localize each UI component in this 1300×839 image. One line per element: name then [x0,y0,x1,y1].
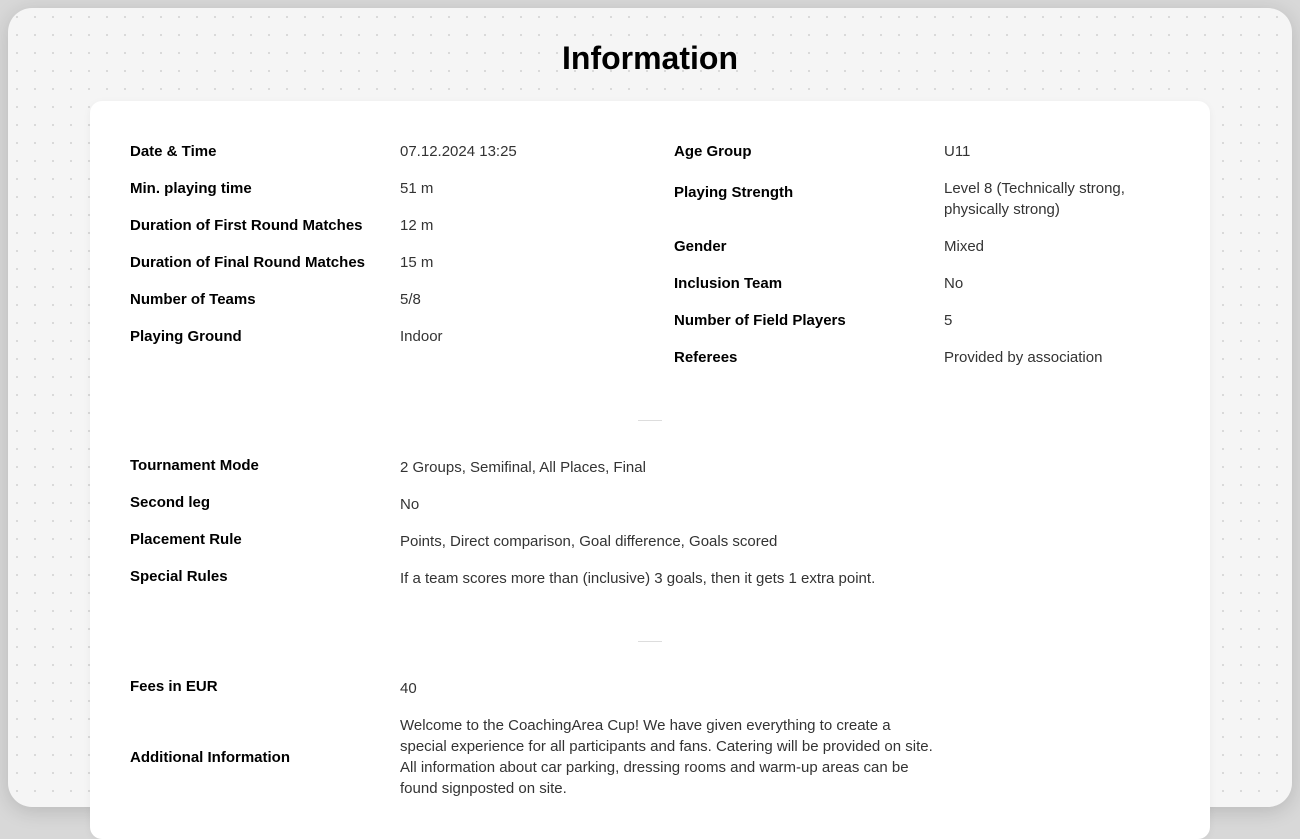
divider [638,420,662,421]
label-gender: Gender [674,238,944,255]
value-referees: Provided by association [944,347,1170,368]
value-final-round: 15 m [400,252,626,273]
row-special-rules: Special Rules If a team scores more than… [130,560,1170,597]
value-age-group: U11 [944,141,1170,162]
label-age-group: Age Group [674,143,944,160]
label-inclusion-team: Inclusion Team [674,275,944,292]
divider [638,641,662,642]
value-special-rules: If a team scores more than (inclusive) 3… [400,568,1040,589]
value-tournament-mode: 2 Groups, Semifinal, All Places, Final [400,457,1040,478]
row-gender: Gender Mixed [674,228,1170,265]
value-gender: Mixed [944,236,1170,257]
value-second-leg: No [400,494,1040,515]
value-playing-ground: Indoor [400,326,626,347]
value-fees: 40 [400,678,1040,699]
value-field-players: 5 [944,310,1170,331]
value-date-time: 07.12.2024 13:25 [400,141,626,162]
value-num-teams: 5/8 [400,289,626,310]
label-placement-rule: Placement Rule [130,531,400,548]
row-num-teams: Number of Teams 5/8 [130,281,626,318]
label-final-round: Duration of Final Round Matches [130,254,400,271]
row-second-leg: Second leg No [130,486,1170,523]
label-additional-info: Additional Information [130,749,400,766]
label-min-playing-time: Min. playing time [130,180,400,197]
row-tournament-mode: Tournament Mode 2 Groups, Semifinal, All… [130,449,1170,486]
value-additional-info: Welcome to the CoachingArea Cup! We have… [400,715,940,799]
label-date-time: Date & Time [130,143,400,160]
label-tournament-mode: Tournament Mode [130,457,400,474]
value-placement-rule: Points, Direct comparison, Goal differen… [400,531,1040,552]
value-min-playing-time: 51 m [400,178,626,199]
label-first-round: Duration of First Round Matches [130,217,400,234]
label-playing-ground: Playing Ground [130,328,400,345]
row-min-playing-time: Min. playing time 51 m [130,170,626,207]
page-title: Information [48,40,1252,77]
label-field-players: Number of Field Players [674,312,944,329]
content-card: Date & Time 07.12.2024 13:25 Min. playin… [90,101,1210,839]
value-playing-strength: Level 8 (Technically strong, physically … [944,178,1170,220]
label-fees: Fees in EUR [130,678,400,695]
value-inclusion-team: No [944,273,1170,294]
row-referees: Referees Provided by association [674,339,1170,376]
label-playing-strength: Playing Strength [674,178,944,201]
col-right: Age Group U11 Playing Strength Level 8 (… [674,133,1170,376]
section-basic-info: Date & Time 07.12.2024 13:25 Min. playin… [130,133,1170,404]
label-special-rules: Special Rules [130,568,400,585]
page-frame: Information Date & Time 07.12.2024 13:25… [8,8,1292,807]
row-playing-ground: Playing Ground Indoor [130,318,626,355]
col-left: Date & Time 07.12.2024 13:25 Min. playin… [130,133,626,376]
row-final-round: Duration of Final Round Matches 15 m [130,244,626,281]
row-field-players: Number of Field Players 5 [674,302,1170,339]
row-inclusion-team: Inclusion Team No [674,265,1170,302]
label-referees: Referees [674,349,944,366]
row-playing-strength: Playing Strength Level 8 (Technically st… [674,170,1170,228]
row-fees: Fees in EUR 40 [130,670,1170,707]
section-tournament: Tournament Mode 2 Groups, Semifinal, All… [130,449,1170,625]
row-first-round: Duration of First Round Matches 12 m [130,207,626,244]
row-placement-rule: Placement Rule Points, Direct comparison… [130,523,1170,560]
label-num-teams: Number of Teams [130,291,400,308]
label-second-leg: Second leg [130,494,400,511]
row-additional-info: Additional Information Welcome to the Co… [130,707,1170,807]
row-date-time: Date & Time 07.12.2024 13:25 [130,133,626,170]
row-age-group: Age Group U11 [674,133,1170,170]
section-fees: Fees in EUR 40 Additional Information We… [130,670,1170,807]
value-first-round: 12 m [400,215,626,236]
